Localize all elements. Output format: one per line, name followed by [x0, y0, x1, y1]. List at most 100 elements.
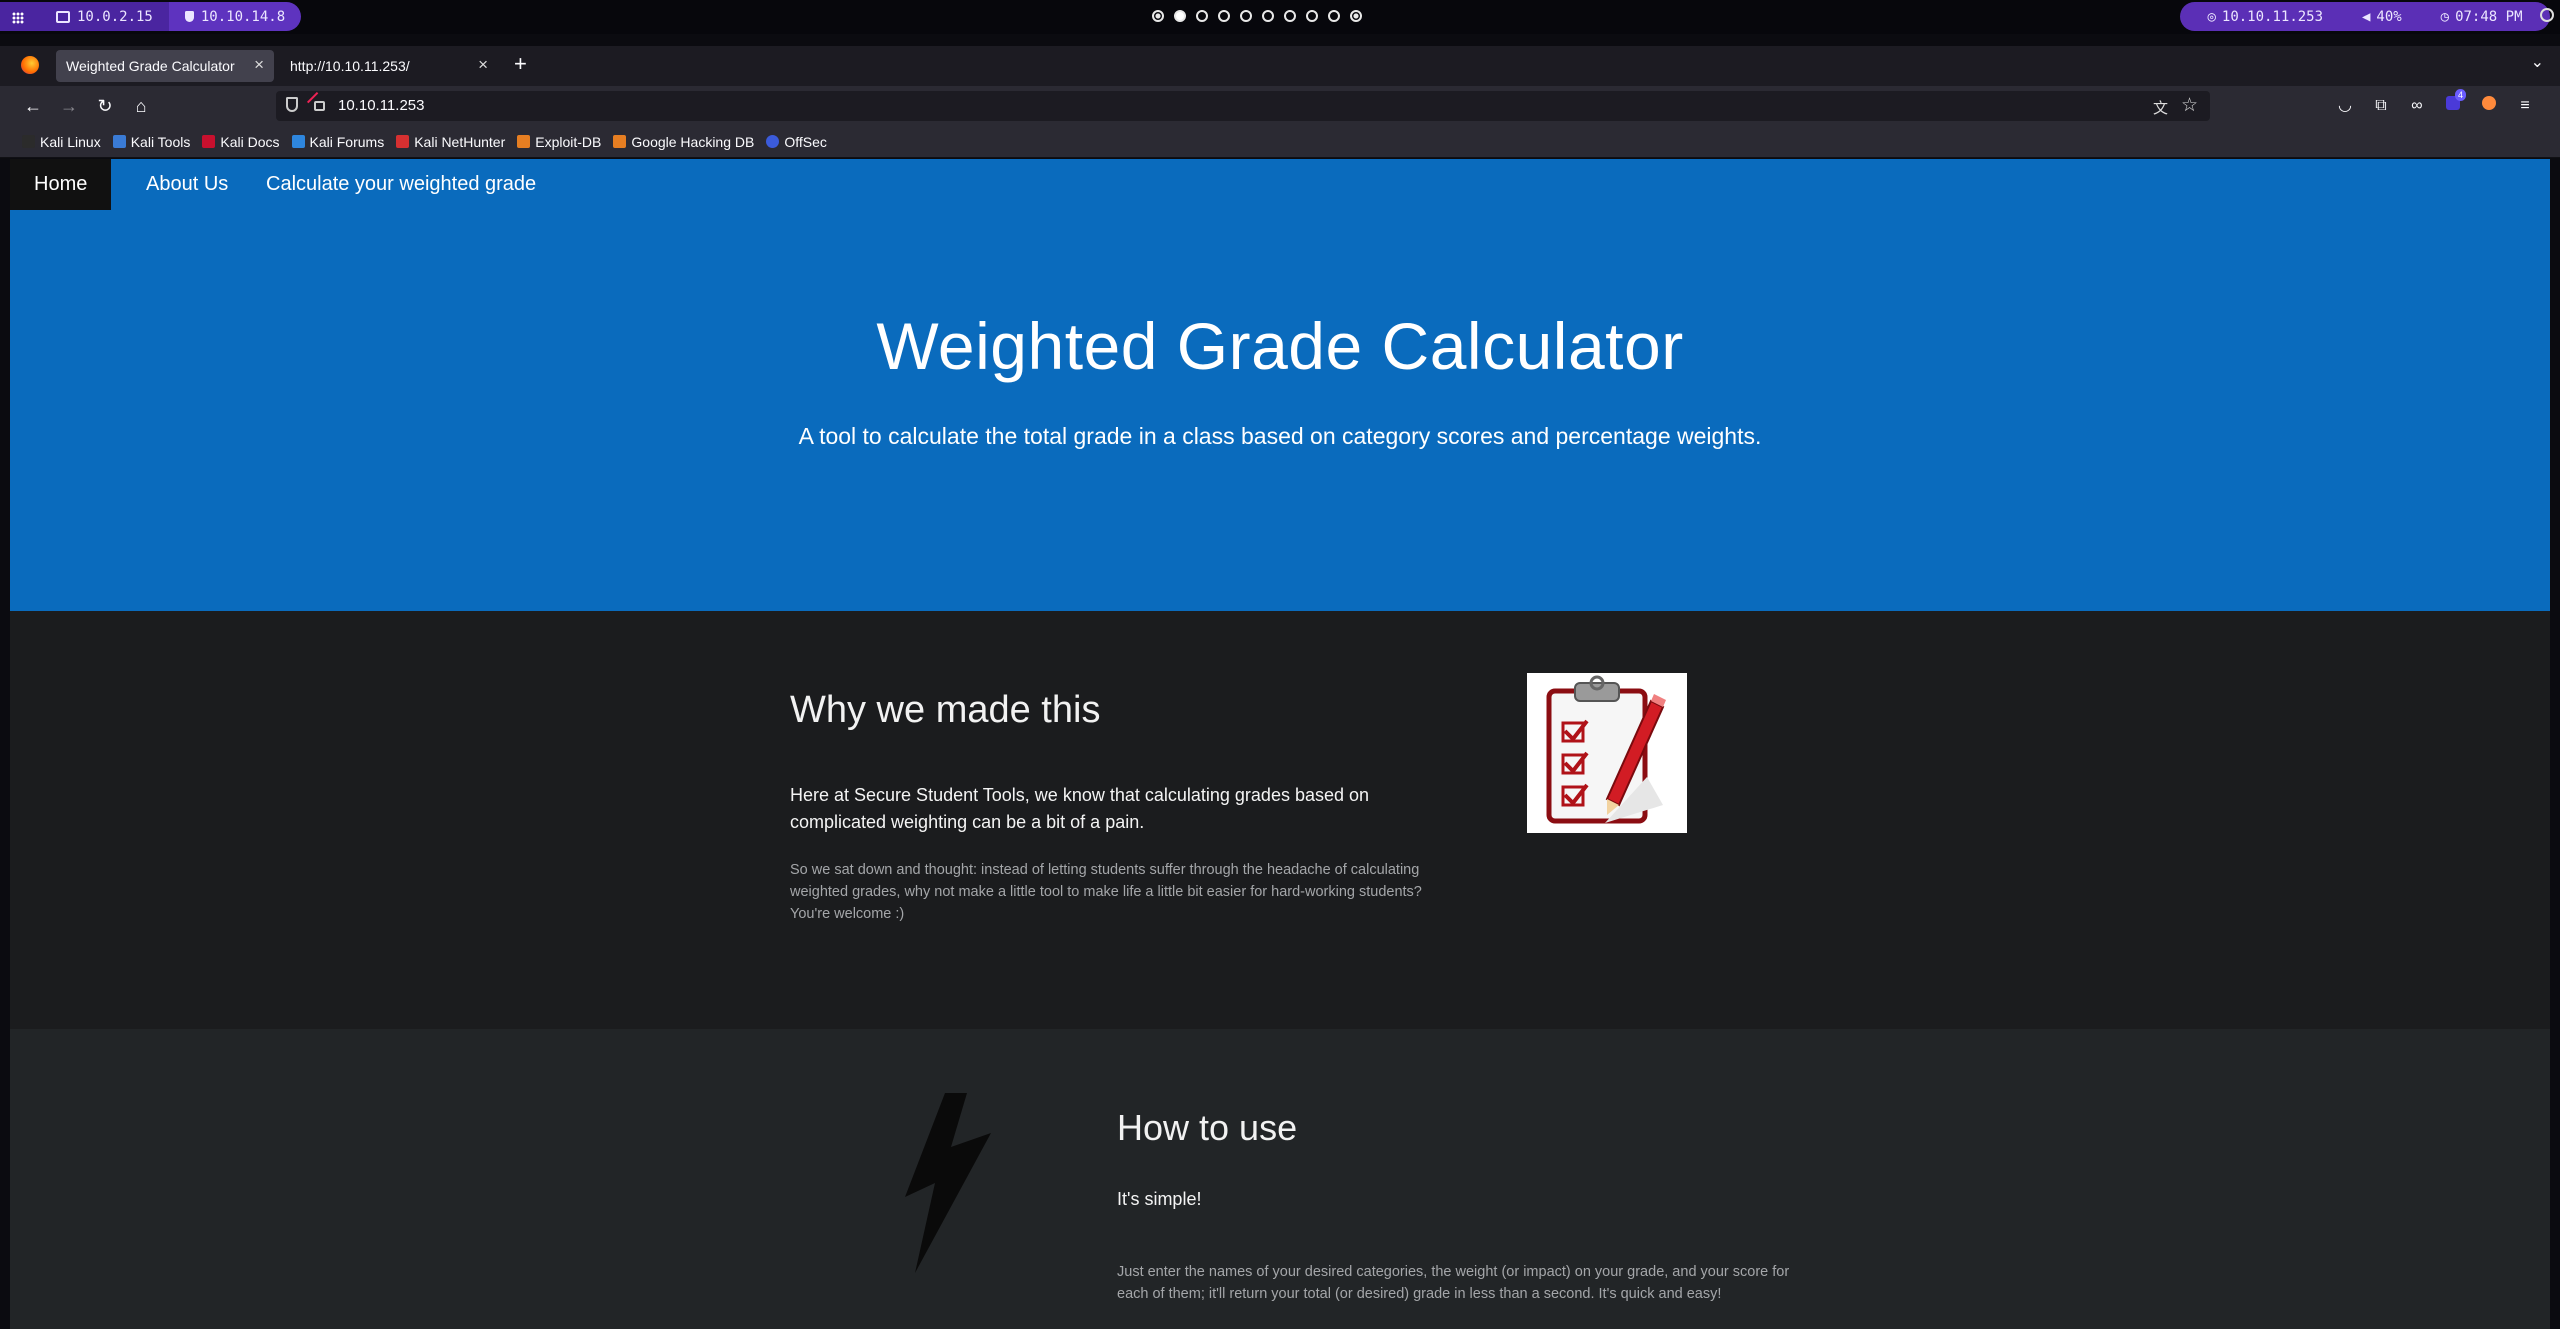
section-heading: How to use: [1117, 1107, 1298, 1148]
page-subtitle: A tool to calculate the total grade in a…: [798, 423, 1762, 449]
workspace-dot[interactable]: [1306, 10, 1318, 22]
kali-tools-icon: [112, 135, 126, 148]
volume-indicator[interactable]: ◀ 40%: [2362, 9, 2402, 25]
site-navbar: Home About Us Calculate your weighted gr…: [10, 159, 2550, 210]
workspace-dot[interactable]: [1328, 10, 1340, 22]
tab-title: Weighted Grade Calculator: [66, 58, 235, 74]
target-ip-indicator[interactable]: ◎ 10.10.11.253: [2207, 9, 2323, 25]
workspace-dot[interactable]: [1262, 10, 1274, 22]
hero-section: Weighted Grade Calculator A tool to calc…: [10, 210, 2550, 611]
kali-docs-icon: [202, 135, 216, 148]
nav-link-about-us[interactable]: About Us: [122, 159, 252, 210]
workspace-dot[interactable]: [1196, 10, 1208, 22]
glasses-icon[interactable]: ∞: [2406, 95, 2428, 117]
ghdb-icon: [613, 135, 627, 148]
bookmark-kali-forums[interactable]: Kali Forums: [291, 133, 385, 150]
bookmark-exploit-db[interactable]: Exploit-DB: [517, 134, 601, 150]
target-ip: 10.10.11.253: [2221, 8, 2324, 25]
section-body: Just enter the names of your desired cat…: [1117, 1264, 1790, 1302]
workspace-dot[interactable]: [1240, 10, 1252, 22]
pocket-icon[interactable]: ◡: [2334, 95, 2356, 117]
page-title: Weighted Grade Calculator: [876, 309, 1684, 383]
extensions-icon[interactable]: ⧉: [2370, 95, 2392, 117]
bookmark-label: Kali Linux: [40, 133, 101, 150]
reload-icon[interactable]: ↻: [93, 94, 117, 118]
workspace-dots: [1152, 10, 1362, 22]
insecure-lock-icon[interactable]: [314, 101, 325, 111]
section-lead: Here at Secure Student Tools, we know th…: [790, 785, 1370, 832]
bookmark-kali-tools[interactable]: Kali Tools: [112, 133, 191, 150]
bookmark-label: Kali Docs: [220, 133, 280, 150]
bookmark-label: OffSec: [784, 133, 827, 150]
target-icon: ◎: [2207, 8, 2216, 25]
bookmark-label: Exploit-DB: [535, 133, 602, 150]
home-icon[interactable]: ⌂: [129, 94, 153, 118]
extension-badge-count: 4: [2454, 89, 2466, 101]
why-section: Why we made this Here at Secure Student …: [10, 611, 2550, 1029]
workspace-indicator: 10.0.2.15 10.10.14.8: [0, 2, 302, 31]
browser-tab-bar: Weighted Grade Calculator × http://10.10…: [0, 46, 2560, 86]
nav-link-calculate[interactable]: Calculate your weighted grade: [242, 159, 560, 210]
url-bar[interactable]: 10.10.11.253 文 ☆: [276, 91, 2210, 121]
profile-avatar-icon[interactable]: [2478, 95, 2500, 117]
bookmark-label: Kali Forums: [309, 133, 385, 150]
bookmark-kali-nethunter[interactable]: Kali NetHunter: [396, 134, 505, 150]
close-tab-icon[interactable]: ×: [478, 55, 488, 75]
volume-level: 40%: [2376, 8, 2402, 25]
tracking-protection-shield-icon[interactable]: [286, 97, 298, 112]
lightning-bolt-icon: [905, 1093, 991, 1273]
bookmark-google-hacking-db[interactable]: Google Hacking DB: [613, 134, 754, 150]
speaker-icon: ◀: [2361, 8, 2371, 25]
workspace-label: 10.0.2.15: [77, 8, 153, 25]
clock-indicator[interactable]: ◷ 07:48 PM: [2441, 9, 2523, 25]
bookmark-label: Google Hacking DB: [631, 133, 755, 150]
workspace-dot[interactable]: [1218, 10, 1230, 22]
offsec-icon: [766, 135, 780, 148]
list-all-tabs-icon[interactable]: ⌄: [2531, 52, 2544, 72]
workspace-label: 10.10.14.8: [200, 8, 286, 25]
forward-arrow-icon[interactable]: →: [57, 94, 81, 118]
workspace-item-1[interactable]: 10.0.2.15: [40, 2, 169, 31]
tab-title: http://10.10.11.253/: [290, 58, 410, 74]
apps-menu-icon[interactable]: [12, 12, 24, 24]
bookmark-kali-docs[interactable]: Kali Docs: [202, 133, 280, 150]
tab-url[interactable]: http://10.10.11.253/ ×: [280, 50, 498, 82]
translate-icon[interactable]: 文: [2153, 97, 2168, 118]
nethunter-icon: [396, 135, 410, 148]
bookmark-star-icon[interactable]: ☆: [2181, 94, 2198, 117]
monitor-icon: [56, 10, 70, 23]
kali-forums-icon: [291, 135, 305, 148]
back-arrow-icon[interactable]: ←: [21, 94, 45, 118]
bookmark-label: Kali NetHunter: [414, 133, 506, 150]
new-tab-icon[interactable]: +: [514, 51, 527, 77]
bookmark-label: Kali Tools: [130, 133, 191, 150]
app-menu-icon[interactable]: ≡: [2514, 95, 2536, 117]
section-lead: It's simple!: [1117, 1189, 1202, 1209]
page-viewport: Home About Us Calculate your weighted gr…: [10, 159, 2550, 1329]
clipboard-checklist-image: [1527, 673, 1687, 833]
clock-icon: ◷: [2440, 8, 2450, 25]
workspace-item-2[interactable]: 10.10.14.8: [168, 2, 302, 31]
power-icon[interactable]: [2540, 8, 2554, 22]
how-to-use-section: How to use It's simple! Just enter the n…: [10, 1029, 2550, 1329]
bookmark-offsec[interactable]: OffSec: [766, 134, 827, 150]
close-tab-icon[interactable]: ×: [254, 55, 264, 75]
clock-time: 07:48 PM: [2455, 8, 2523, 25]
exploit-db-icon: [517, 135, 531, 148]
system-top-bar: 10.0.2.15 10.10.14.8 ◎ 10.10.11.253 ◀ 40…: [0, 0, 2560, 34]
kali-dragon-icon: [22, 135, 35, 148]
status-indicators: ◎ 10.10.11.253 ◀ 40% ◷ 07:48 PM: [2180, 2, 2550, 31]
url-text[interactable]: 10.10.11.253: [338, 97, 424, 114]
shield-icon: [184, 11, 194, 22]
bookmark-kali-linux[interactable]: Kali Linux: [22, 134, 101, 150]
firefox-logo-icon: [21, 56, 39, 74]
tab-weighted-grade-calculator[interactable]: Weighted Grade Calculator ×: [56, 50, 274, 82]
workspace-dot[interactable]: [1152, 10, 1164, 22]
nav-link-home[interactable]: Home: [10, 159, 112, 210]
section-body: So we sat down and thought: instead of l…: [790, 862, 1422, 922]
section-heading: Why we made this: [790, 689, 1101, 731]
extension-badge-icon[interactable]: 4: [2442, 89, 2466, 117]
workspace-dot[interactable]: [1284, 10, 1296, 22]
workspace-dot[interactable]: [1350, 10, 1362, 22]
workspace-dot-active[interactable]: [1174, 10, 1186, 22]
